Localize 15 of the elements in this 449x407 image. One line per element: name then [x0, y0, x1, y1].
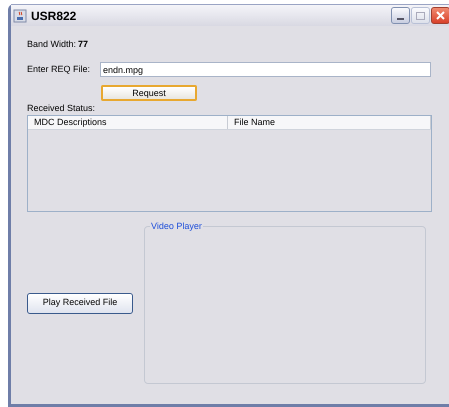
received-status-label: Received Status:	[27, 102, 96, 114]
request-button[interactable]: Request	[101, 85, 197, 101]
java-cup-icon	[13, 8, 27, 22]
bandwidth-label: Band Width:	[27, 38, 76, 52]
column-header[interactable]: MDC Descriptions	[28, 116, 228, 129]
minimize-button[interactable]	[391, 7, 410, 24]
bandwidth-value: 77	[78, 38, 88, 52]
column-header[interactable]: File Name	[228, 116, 431, 129]
close-icon	[436, 11, 445, 20]
close-button[interactable]	[431, 7, 449, 24]
play-received-file-button[interactable]: Play Received File	[27, 292, 133, 314]
request-file-label: Enter REQ File:	[27, 62, 92, 76]
request-file-field[interactable]: endn.mpg	[100, 62, 431, 77]
window-title: USR822	[31, 8, 76, 24]
video-player-title: Video Player	[150, 221, 203, 232]
